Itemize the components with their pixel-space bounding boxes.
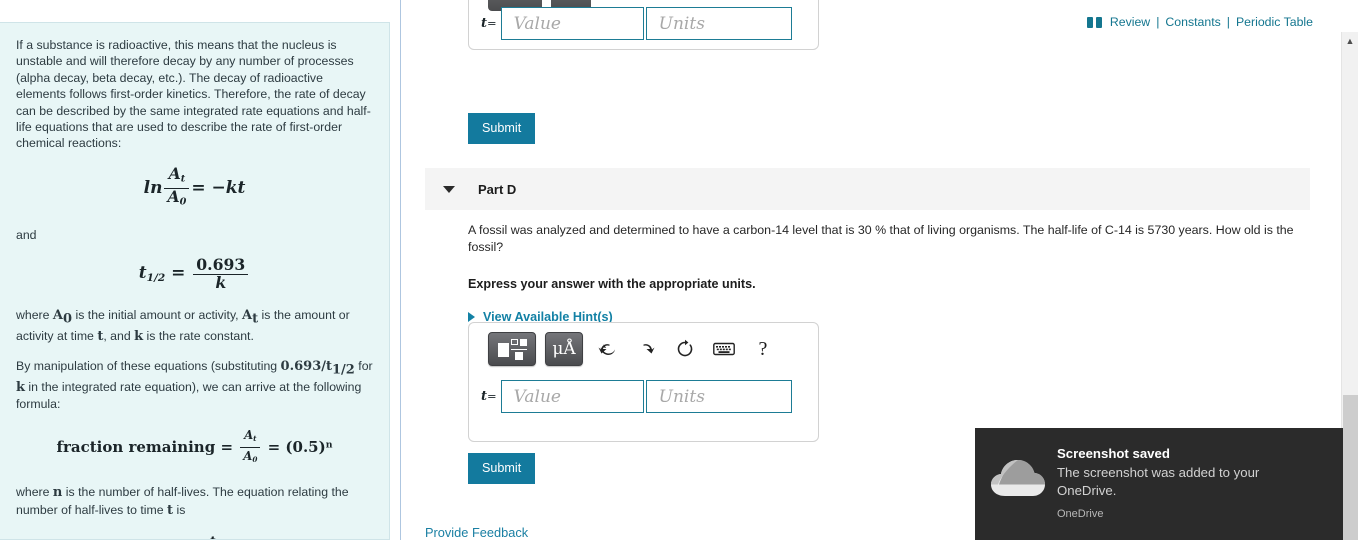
p2-b: is the initial amount or activity, <box>72 308 243 323</box>
previous-part-answer-card: t= <box>468 0 819 50</box>
units-icon-button[interactable]: μÅ <box>545 332 583 366</box>
p4-m1: n <box>52 485 63 501</box>
reference-paragraph-1: If a substance is radioactive, this mean… <box>16 38 371 151</box>
reference-paragraph-3: By manipulation of these equations (subs… <box>16 358 373 413</box>
equation-3-rhs: (0.5) <box>285 437 326 456</box>
panel-divider <box>400 0 401 540</box>
equation-integrated-rate: ln At A0 = −kt <box>16 163 373 211</box>
reference-connector: and <box>16 228 37 243</box>
reset-icon[interactable] <box>670 334 700 364</box>
application-window: If a substance is radioactive, this mean… <box>0 0 1358 540</box>
answer-value-input[interactable] <box>500 380 644 413</box>
equation-3-numerator-sub: t <box>253 433 257 443</box>
question-text: A fossil was analyzed and determined to … <box>468 223 1294 254</box>
toast-title: Screenshot saved <box>1057 446 1170 461</box>
p2-d: , and <box>103 329 135 344</box>
reference-paragraph-4: where n is the number of half-lives. The… <box>16 484 373 519</box>
p3-m1: 0.693/t <box>280 358 333 374</box>
chevron-right-icon <box>468 312 475 322</box>
equation-1-ln: ln <box>143 177 163 198</box>
redo-icon[interactable] <box>631 334 661 364</box>
reference-panel: If a substance is radioactive, this mean… <box>0 22 390 540</box>
equation-half-life: t1/2 = 0.693 k <box>16 257 373 291</box>
onedrive-toast-notification[interactable]: Screenshot saved The screenshot was adde… <box>975 428 1343 540</box>
equation-1-numerator-sub: t <box>180 173 186 185</box>
keyboard-icon[interactable] <box>709 334 739 364</box>
p3-b: for <box>354 358 373 373</box>
p2-m1-sub: 0 <box>63 311 73 327</box>
answer-units-input[interactable] <box>645 380 792 413</box>
chevron-down-icon[interactable] <box>443 185 455 193</box>
p2-a: where <box>16 308 53 323</box>
equation-4-numerator: t <box>200 533 225 539</box>
scrollbar-thumb[interactable] <box>1343 395 1358 540</box>
previous-units-input[interactable] <box>645 7 792 40</box>
p3-m2: k <box>16 379 26 395</box>
part-d-body: A fossil was analyzed and determined to … <box>468 222 1318 324</box>
help-icon[interactable]: ? <box>748 334 778 364</box>
p2-m4: k <box>134 329 144 345</box>
toast-app-name: OneDrive <box>1057 508 1104 520</box>
equation-1-rhs: = −kt <box>191 177 246 198</box>
equation-3-denominator: A <box>243 448 253 463</box>
previous-variable-label: t= <box>481 16 497 31</box>
equation-3-eq2: = <box>267 437 281 456</box>
scroll-up-arrow[interactable]: ▲ <box>1342 36 1358 46</box>
template-icon-button[interactable] <box>488 332 536 366</box>
p4-c: is <box>173 502 186 517</box>
p2-m2: A <box>242 308 253 324</box>
p3-c: in the integrated rate equation), we can… <box>16 379 362 412</box>
equation-2-denominator: k <box>193 273 249 291</box>
equation-3-eq1: = <box>220 437 234 456</box>
equation-1-numerator: A <box>168 163 181 183</box>
instruction-text: Express your answer with the appropriate… <box>468 277 756 291</box>
equation-3-numerator: A <box>244 427 254 442</box>
part-d-header[interactable]: Part D <box>425 168 1310 210</box>
p3-m1-sub: 1/2 <box>332 362 355 378</box>
part-d-title: Part D <box>478 181 517 197</box>
previous-value-input[interactable] <box>500 7 644 40</box>
provide-feedback-link[interactable]: Provide Feedback <box>425 525 528 540</box>
answer-variable-label: t= <box>481 389 497 404</box>
equation-3-denominator-sub: 0 <box>252 455 258 464</box>
equation-number-of-half-lives: n = tt1/2 <box>16 533 373 539</box>
template-icon <box>498 338 527 360</box>
p3-a: By manipulation of these equations (subs… <box>16 358 281 373</box>
part-d-answer-card: μÅ ? t= Value Units <box>468 322 819 442</box>
previous-submit-button[interactable]: Submit <box>468 113 536 144</box>
equation-2-equals: = <box>171 263 186 284</box>
equation-2-lhs-sub: 1/2 <box>146 272 166 285</box>
equation-fraction-remaining: fraction remaining = At A0 = (0.5)n <box>16 427 373 469</box>
reference-paragraph-2: where A0 is the initial amount or activi… <box>16 307 373 345</box>
onedrive-cloud-icon <box>989 456 1047 500</box>
micro-angstrom-icon: μÅ <box>552 339 576 359</box>
page-scrollbar[interactable]: ▲ <box>1341 32 1358 540</box>
equation-2-numerator: 0.693 <box>196 255 246 275</box>
equation-1-denominator-sub: 0 <box>179 196 187 208</box>
p2-m1: A <box>52 308 64 324</box>
part-d-submit-button[interactable]: Submit <box>468 453 536 484</box>
equation-editor-toolbar: μÅ ? <box>488 332 818 366</box>
p2-e: is the rate constant. <box>143 329 254 344</box>
p4-a: where <box>16 485 53 500</box>
equation-1-denominator: A <box>167 186 180 206</box>
equation-2-lhs: t <box>138 263 147 284</box>
toast-body: The screenshot was added to your OneDriv… <box>1057 465 1260 498</box>
equation-3-rhs-sup: n <box>325 439 333 451</box>
undo-icon[interactable] <box>592 334 622 364</box>
equation-3-lhs: fraction remaining <box>56 437 216 456</box>
